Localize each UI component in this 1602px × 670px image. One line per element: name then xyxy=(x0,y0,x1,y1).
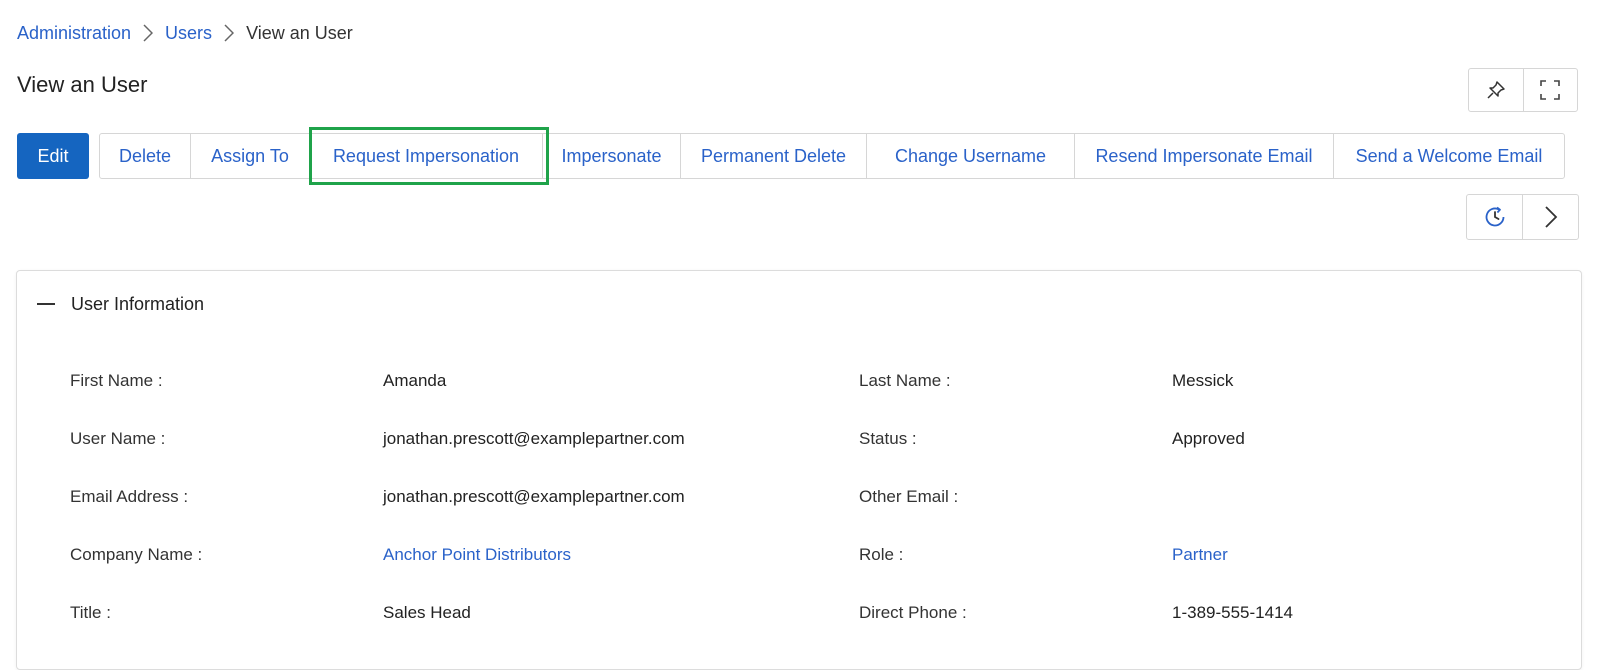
status-label: Status : xyxy=(859,429,917,448)
breadcrumb-current: View an User xyxy=(246,22,353,43)
permanent-delete-button[interactable]: Permanent Delete xyxy=(680,134,866,178)
last-name-value: Messick xyxy=(1172,371,1234,390)
pin-icon[interactable] xyxy=(1469,69,1523,111)
page-title: View an User xyxy=(17,72,148,97)
expand-icon[interactable] xyxy=(1522,69,1578,111)
request-impersonation-button[interactable]: Request Impersonation xyxy=(309,134,542,178)
panel-header[interactable]: User Information xyxy=(37,291,204,317)
user-information-panel: User Information First Name : Amanda Las… xyxy=(16,270,1582,670)
title-value: Sales Head xyxy=(383,603,471,622)
first-name-label: First Name : xyxy=(70,371,163,390)
send-welcome-email-button[interactable]: Send a Welcome Email xyxy=(1333,134,1564,178)
history-icon[interactable] xyxy=(1467,195,1522,239)
edit-button[interactable]: Edit xyxy=(17,133,89,179)
status-value: Approved xyxy=(1172,429,1245,448)
resend-impersonate-email-button[interactable]: Resend Impersonate Email xyxy=(1074,134,1333,178)
user-name-value: jonathan.prescott@examplepartner.com xyxy=(383,429,685,448)
chevron-right-icon[interactable] xyxy=(1522,195,1578,239)
other-email-label: Other Email : xyxy=(859,487,959,506)
company-name-link[interactable]: Anchor Point Distributors xyxy=(383,545,571,565)
action-toolbar: Delete Assign To Request Impersonation I… xyxy=(99,133,1565,179)
breadcrumb: Administration Users View an User xyxy=(17,22,353,44)
breadcrumb-administration[interactable]: Administration xyxy=(17,23,131,44)
record-nav-group xyxy=(1466,194,1579,240)
view-options-group xyxy=(1468,68,1578,112)
last-name-label: Last Name : xyxy=(859,371,951,390)
direct-phone-value: 1-389-555-1414 xyxy=(1172,603,1293,622)
company-name-label: Company Name : xyxy=(70,545,203,564)
delete-button[interactable]: Delete xyxy=(100,134,190,178)
change-username-button[interactable]: Change Username xyxy=(866,134,1074,178)
user-name-label: User Name : xyxy=(70,429,166,448)
minus-icon[interactable] xyxy=(37,303,55,305)
panel-title: User Information xyxy=(71,293,205,314)
role-link[interactable]: Partner xyxy=(1172,545,1228,565)
direct-phone-label: Direct Phone : xyxy=(859,603,967,622)
email-value: jonathan.prescott@examplepartner.com xyxy=(383,487,685,506)
role-label: Role : xyxy=(859,545,904,564)
breadcrumb-users[interactable]: Users xyxy=(165,23,212,44)
email-label: Email Address : xyxy=(70,487,189,506)
chevron-right-icon xyxy=(131,24,165,42)
chevron-right-icon xyxy=(212,24,246,42)
title-label: Title : xyxy=(70,603,111,622)
impersonate-button[interactable]: Impersonate xyxy=(542,134,680,178)
first-name-value: Amanda xyxy=(383,371,447,390)
assign-to-button[interactable]: Assign To xyxy=(190,134,309,178)
